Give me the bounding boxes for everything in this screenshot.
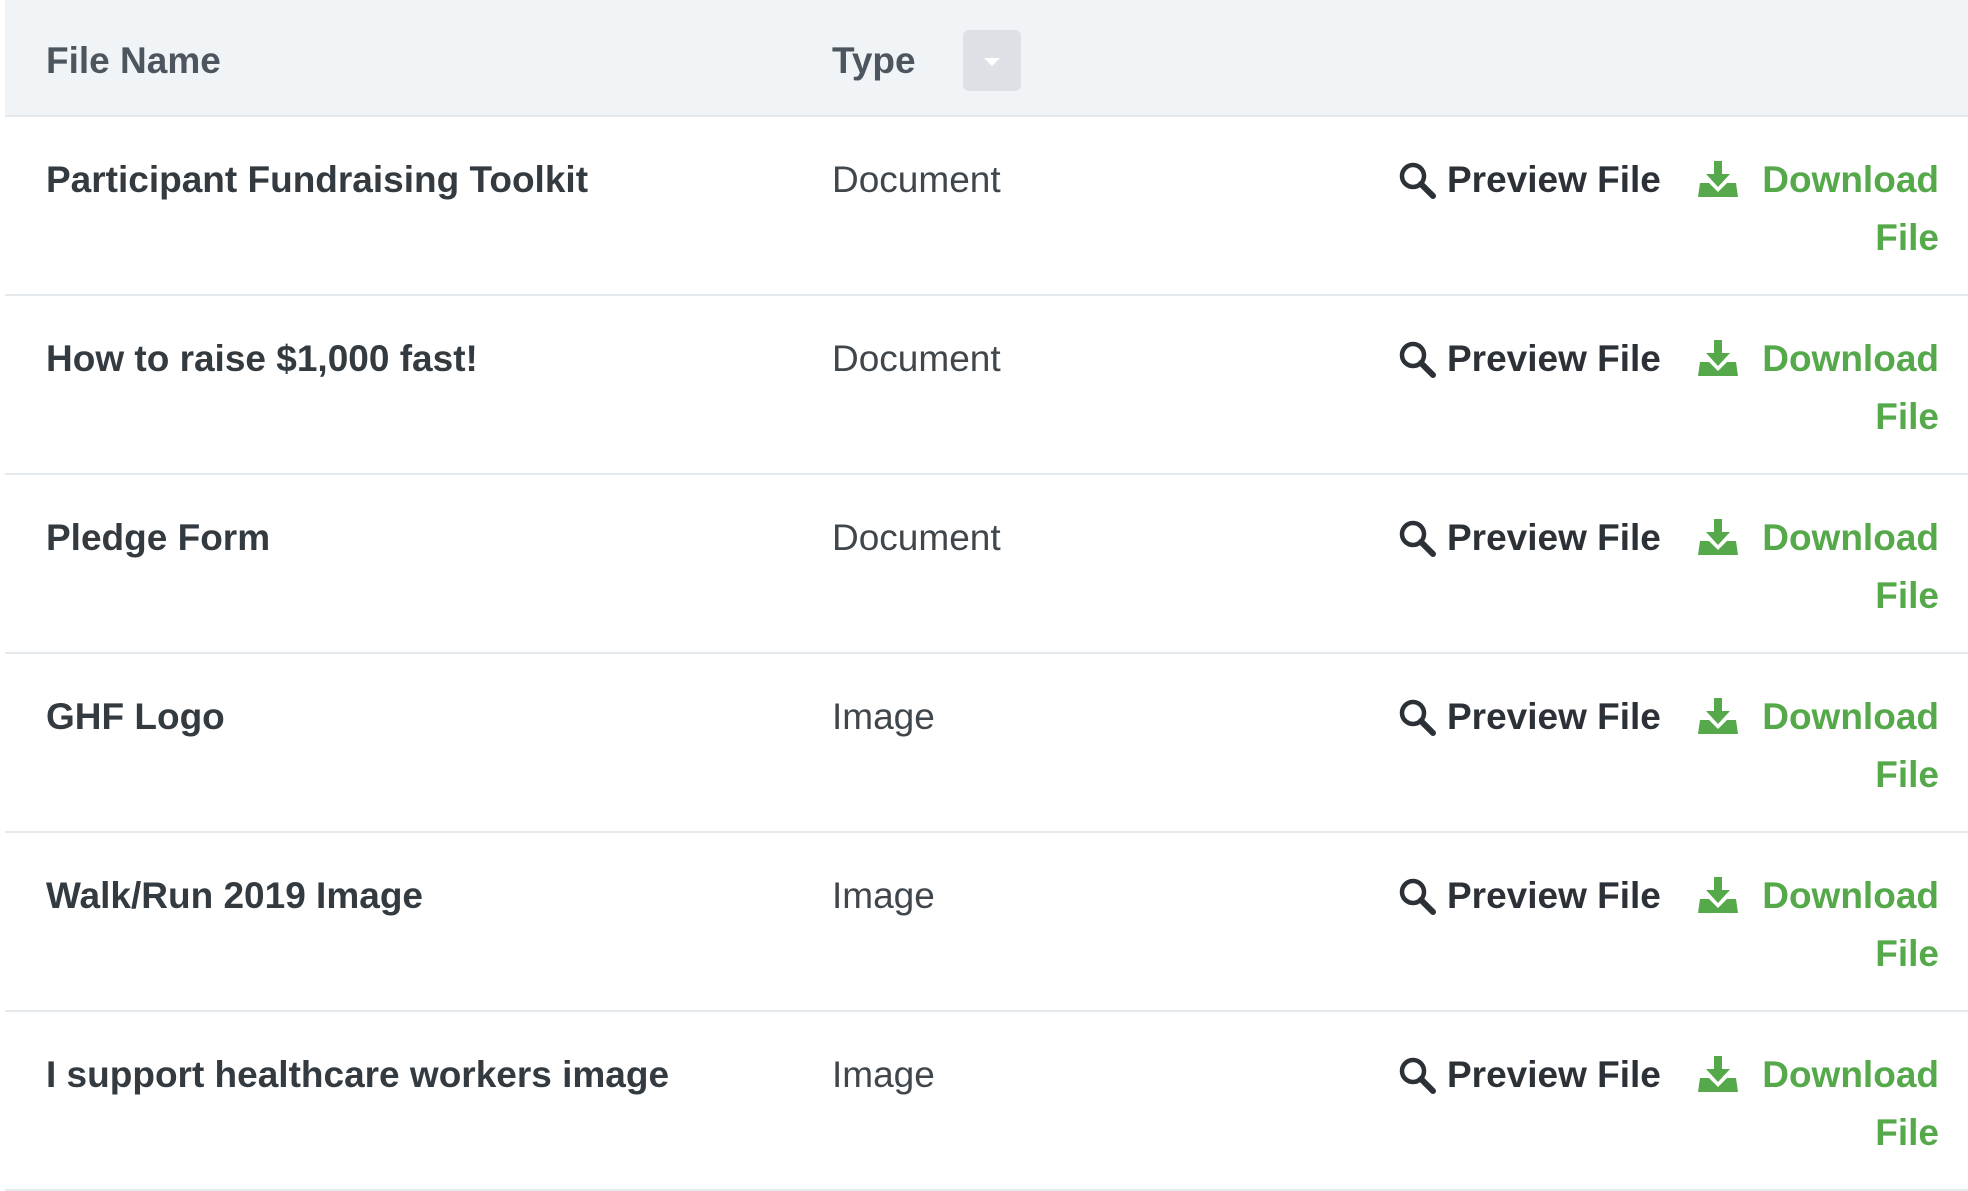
preview-file-link[interactable]: Preview File	[1397, 515, 1661, 561]
preview-file-label: Preview File	[1447, 517, 1661, 558]
preview-file-label: Preview File	[1447, 338, 1661, 379]
download-file-label: Download File	[1762, 1054, 1939, 1153]
file-name: Pledge Form	[46, 517, 271, 558]
preview-file-link[interactable]: Preview File	[1397, 873, 1661, 919]
table-row: I support healthcare workers image Image…	[5, 1012, 1968, 1191]
download-file-label: Download File	[1762, 875, 1939, 974]
file-name: Participant Fundraising Toolkit	[46, 159, 589, 200]
preview-file-link[interactable]: Preview File	[1397, 336, 1661, 382]
download-file-link[interactable]: Download File	[1697, 157, 1939, 267]
column-header-type[interactable]: Type	[832, 38, 916, 84]
magnifier-icon	[1399, 878, 1436, 915]
download-tray-icon	[1698, 698, 1738, 734]
file-type: Image	[832, 1054, 935, 1095]
caret-down-icon	[984, 58, 1000, 66]
file-type: Image	[832, 875, 935, 916]
file-type: Document	[832, 517, 1001, 558]
download-tray-icon	[1698, 340, 1738, 376]
file-type: Document	[832, 159, 1001, 200]
preview-file-label: Preview File	[1447, 1054, 1661, 1095]
download-tray-icon	[1698, 1056, 1738, 1092]
download-file-link[interactable]: Download File	[1697, 694, 1939, 804]
magnifier-icon	[1399, 1057, 1436, 1094]
download-tray-icon	[1698, 519, 1738, 555]
table-row: Pledge Form Document Preview File Downlo…	[5, 475, 1968, 654]
download-file-label: Download File	[1762, 517, 1939, 616]
download-file-label: Download File	[1762, 159, 1939, 258]
file-type: Image	[832, 696, 935, 737]
download-tray-icon	[1698, 161, 1738, 197]
type-filter-dropdown[interactable]	[963, 30, 1021, 91]
download-file-label: Download File	[1762, 696, 1939, 795]
file-name: GHF Logo	[46, 696, 225, 737]
magnifier-icon	[1399, 341, 1436, 378]
column-header-file-name[interactable]: File Name	[46, 38, 221, 84]
preview-file-link[interactable]: Preview File	[1397, 1052, 1661, 1098]
preview-file-label: Preview File	[1447, 875, 1661, 916]
file-name: I support healthcare workers image	[46, 1054, 670, 1095]
file-name: Walk/Run 2019 Image	[46, 875, 423, 916]
download-tray-icon	[1698, 877, 1738, 913]
files-table: File Name Type Participant Fundraising T…	[5, 0, 1968, 1191]
preview-file-label: Preview File	[1447, 159, 1661, 200]
download-file-label: Download File	[1762, 338, 1939, 437]
preview-file-link[interactable]: Preview File	[1397, 157, 1661, 203]
file-type: Document	[832, 338, 1001, 379]
download-file-link[interactable]: Download File	[1697, 873, 1939, 983]
download-file-link[interactable]: Download File	[1697, 1052, 1939, 1162]
magnifier-icon	[1399, 520, 1436, 557]
table-row: Walk/Run 2019 Image Image Preview File D…	[5, 833, 1968, 1012]
preview-file-link[interactable]: Preview File	[1397, 694, 1661, 740]
download-file-link[interactable]: Download File	[1697, 515, 1939, 625]
file-name: How to raise $1,000 fast!	[46, 338, 478, 379]
magnifier-icon	[1399, 699, 1436, 736]
download-file-link[interactable]: Download File	[1697, 336, 1939, 446]
table-row: Participant Fundraising Toolkit Document…	[5, 117, 1968, 296]
preview-file-label: Preview File	[1447, 696, 1661, 737]
magnifier-icon	[1399, 162, 1436, 199]
table-header: File Name Type	[5, 0, 1968, 117]
table-row: How to raise $1,000 fast! Document Previ…	[5, 296, 1968, 475]
table-row: GHF Logo Image Preview File Download Fil…	[5, 654, 1968, 833]
